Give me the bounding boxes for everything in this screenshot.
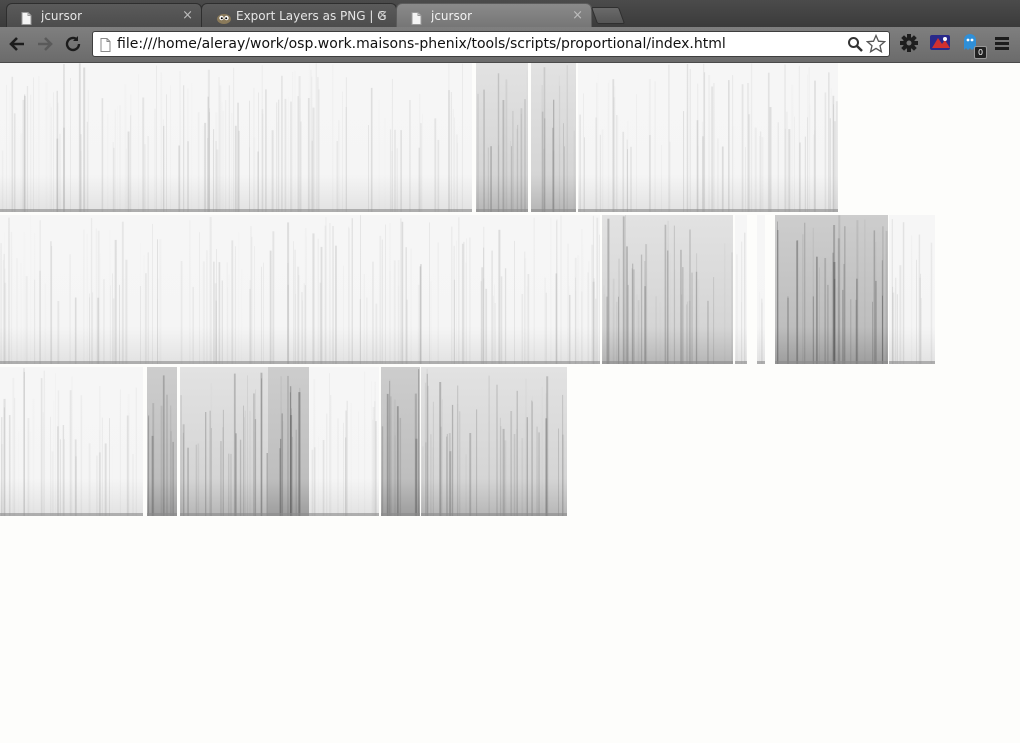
spectrogram-image xyxy=(421,367,567,516)
spectrogram-image xyxy=(0,367,143,516)
close-icon[interactable]: × xyxy=(572,4,583,27)
close-icon[interactable]: × xyxy=(182,4,193,27)
extension-badge: 0 xyxy=(974,46,987,59)
bookmark-star-icon[interactable] xyxy=(865,33,887,58)
tab-title: jcursor xyxy=(41,9,82,23)
tab-jcursor-active[interactable]: jcursor × xyxy=(396,3,592,27)
url-text[interactable]: file:///home/aleray/work/osp.work.maison… xyxy=(117,32,726,56)
reload-icon xyxy=(65,36,81,52)
close-icon[interactable]: × xyxy=(377,4,388,27)
spectrogram-image xyxy=(180,367,268,516)
new-tab-button[interactable] xyxy=(590,7,626,24)
spectrogram-image xyxy=(775,215,888,364)
spectrogram-image xyxy=(735,215,747,364)
page-icon xyxy=(100,37,111,56)
spectrogram-image xyxy=(0,215,600,364)
gear-icon[interactable] xyxy=(899,32,919,58)
page-icon xyxy=(21,9,32,27)
extension-flag-icon[interactable] xyxy=(928,32,952,58)
spectrogram-image xyxy=(889,215,935,364)
spectrogram-image xyxy=(268,367,309,516)
spectrogram-image xyxy=(0,63,472,212)
browser-toolbar: file:///home/aleray/work/osp.work.maison… xyxy=(0,27,1020,63)
tab-export-layers[interactable]: Export Layers as PNG | GI × xyxy=(201,3,397,27)
search-icon[interactable] xyxy=(847,36,863,56)
spectrogram-image xyxy=(757,215,765,364)
spectrogram-image xyxy=(476,63,528,212)
tab-jcursor-1[interactable]: jcursor × xyxy=(6,3,202,27)
spectrogram-image xyxy=(578,63,838,212)
back-arrow-icon xyxy=(9,37,24,51)
spectrogram-image xyxy=(147,367,177,516)
back-button[interactable] xyxy=(6,33,28,55)
forward-arrow-icon xyxy=(38,37,53,51)
spectrogram-image xyxy=(309,367,379,516)
spectrogram-image xyxy=(381,367,420,516)
page-content xyxy=(0,63,1020,743)
tab-strip: jcursor × Export Layers as PNG | GI × jc… xyxy=(0,0,1020,27)
reload-button[interactable] xyxy=(62,33,84,55)
spectrogram-image xyxy=(602,215,733,364)
menu-icon[interactable] xyxy=(992,32,1012,58)
page-icon xyxy=(411,9,422,27)
tab-title: jcursor xyxy=(431,9,472,23)
tab-title: Export Layers as PNG | GI xyxy=(236,9,386,23)
gimp-icon xyxy=(216,9,232,27)
forward-button[interactable] xyxy=(34,33,56,55)
address-bar[interactable]: file:///home/aleray/work/osp.work.maison… xyxy=(92,31,890,57)
spectrogram-image xyxy=(531,63,576,212)
